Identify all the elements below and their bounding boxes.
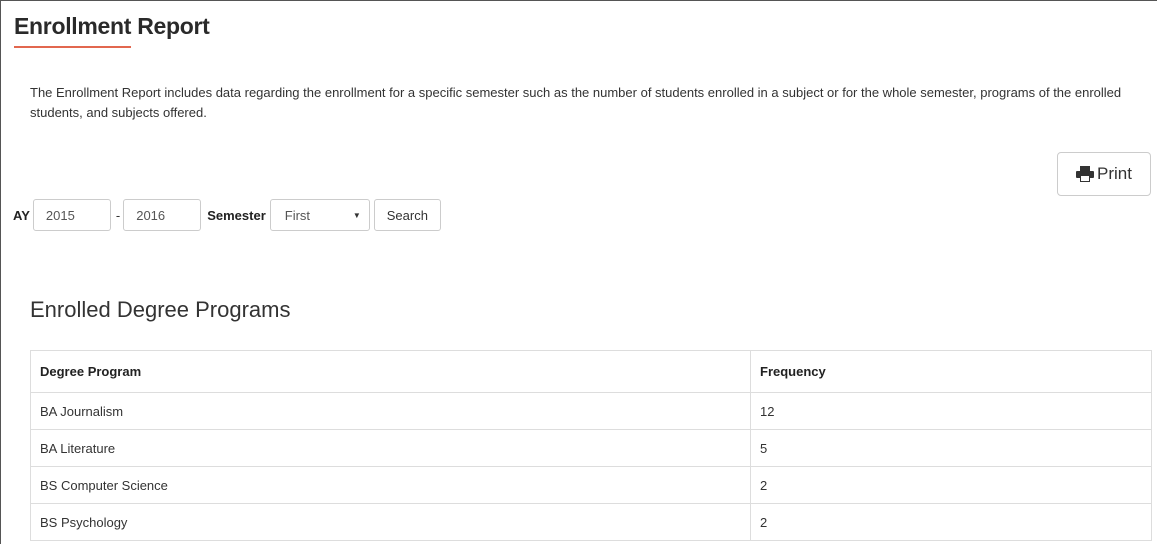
page-title: Enrollment Report [14,13,210,39]
year-separator: - [115,207,121,223]
frequency-cell: 5 [750,429,1152,467]
frequency-cell: 2 [750,466,1152,504]
semester-label: Semester [207,207,266,223]
frequency-cell: 12 [750,392,1152,430]
column-header-frequency: Frequency [750,350,1152,393]
program-cell: BS Computer Science [30,466,751,504]
caret-down-icon: ▼ [352,210,361,220]
column-header-degree-program: Degree Program [30,350,751,393]
table-row: BS Psychology 2 [30,503,1152,541]
print-button[interactable]: Print [1057,152,1151,196]
program-cell: BA Journalism [30,392,751,430]
print-button-label: Print [1097,164,1132,183]
search-button[interactable]: Search [373,199,441,231]
table-row: BA Literature 5 [30,429,1152,467]
table-row: BS Computer Science 2 [30,466,1152,504]
filter-row: AY - Semester First ▼ Search [13,198,441,232]
report-description: The Enrollment Report includes data rega… [30,85,1122,120]
ay-label: AY [13,207,30,223]
degree-programs-table: Degree Program Frequency BA Journalism 1… [30,350,1152,541]
semester-select[interactable]: First ▼ [269,199,370,231]
program-cell: BA Literature [30,429,751,467]
year-end-input[interactable] [123,199,202,231]
section-heading-degree-programs: Enrolled Degree Programs [30,297,291,322]
semester-select-value: First [284,207,311,223]
title-underline [14,46,131,48]
program-cell: BS Psychology [30,503,751,541]
year-start-input[interactable] [32,199,111,231]
printer-icon [1076,166,1095,182]
table-row: BA Journalism 12 [30,392,1152,430]
frequency-cell: 2 [750,503,1152,541]
table-header-row: Degree Program Frequency [30,350,1152,393]
